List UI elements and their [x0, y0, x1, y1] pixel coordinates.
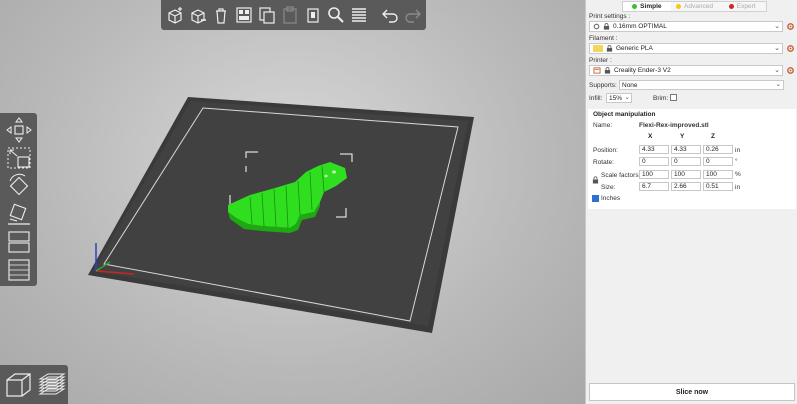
header-y: Y	[680, 133, 685, 140]
size-x-input[interactable]: 6.7	[639, 182, 669, 191]
place-on-face-icon[interactable]	[3, 200, 35, 227]
delete-icon[interactable]	[187, 3, 208, 27]
supports-value: None	[622, 81, 638, 89]
preview-view-icon[interactable]	[36, 368, 68, 402]
print-bed-scene[interactable]	[0, 0, 585, 404]
arrange-icon[interactable]	[233, 3, 254, 27]
chevron-down-icon: ⌄	[774, 67, 780, 74]
filament-value: Generic PLA	[616, 45, 653, 52]
chevron-down-icon: ⌄	[774, 45, 780, 52]
size-y-input[interactable]: 2.66	[671, 182, 701, 191]
chevron-down-icon: ⌄	[624, 94, 630, 101]
infill-combo[interactable]: 15% ⌄	[606, 93, 632, 103]
scale-x-input[interactable]: 100	[639, 170, 669, 179]
supports-label: Supports:	[589, 82, 617, 89]
infill-label: Infill:	[589, 95, 603, 102]
mode-advanced-dot	[676, 4, 682, 9]
print-settings-label: Print settings :	[589, 13, 631, 20]
filament-gear-icon[interactable]	[786, 44, 795, 53]
add-instance-icon[interactable]	[302, 3, 323, 27]
infill-value: 15%	[609, 94, 623, 102]
position-label: Position:	[593, 147, 618, 154]
header-x: X	[648, 133, 653, 140]
cut-icon[interactable]	[3, 228, 35, 255]
mode-expert-dot	[728, 4, 734, 9]
scale-label: Scale factors:	[601, 172, 641, 179]
printer-value: Creality Ender-3 V2	[614, 67, 671, 74]
position-x-input[interactable]: 4.33	[639, 145, 669, 154]
top-toolbar	[161, 0, 426, 30]
3d-viewport[interactable]	[0, 0, 585, 404]
position-z-input[interactable]: 0.26	[703, 145, 733, 154]
settings-panel: Simple Advanced Expert Print settings : …	[585, 0, 797, 404]
mode-expert[interactable]: Expert	[718, 2, 766, 11]
copy-icon[interactable]	[256, 3, 277, 27]
delete-all-icon[interactable]	[210, 3, 231, 27]
object-manipulation-panel: Object manipulation Name: Flexi-Rex-impr…	[588, 109, 796, 209]
rotate-z-input[interactable]: 0	[703, 157, 733, 166]
move-icon[interactable]	[3, 116, 35, 143]
size-z-input[interactable]: 0.51	[703, 182, 733, 191]
mode-selector: Simple Advanced Expert	[622, 1, 767, 12]
object-name: Flexi-Rex-improved.stl	[639, 122, 709, 129]
rotate-y-input[interactable]: 0	[671, 157, 701, 166]
redo-icon[interactable]	[402, 3, 423, 27]
filament-combo[interactable]: Generic PLA ⌄	[589, 43, 783, 54]
brim-checkbox[interactable]	[670, 94, 677, 101]
lock-icon	[604, 67, 611, 74]
paste-icon[interactable]	[279, 3, 300, 27]
add-object-icon[interactable]	[164, 3, 185, 27]
scale-unit: %	[735, 171, 741, 178]
variable-layer-height-icon[interactable]	[3, 256, 35, 283]
print-settings-value: 0.16mm OPTIMAL	[613, 23, 667, 30]
scale-z-input[interactable]: 100	[703, 170, 733, 179]
header-z: Z	[711, 133, 715, 140]
print-settings-gear-icon[interactable]	[786, 22, 795, 31]
filament-color-swatch	[593, 45, 603, 52]
rotate-x-input[interactable]: 0	[639, 157, 669, 166]
rotate-icon[interactable]	[3, 172, 35, 199]
printer-label: Printer :	[589, 57, 612, 64]
printer-icon	[593, 67, 601, 74]
chevron-down-icon: ⌄	[774, 23, 780, 30]
scale-icon[interactable]	[3, 144, 35, 171]
size-unit: in	[735, 184, 741, 191]
position-unit: in	[735, 147, 741, 154]
rotate-unit: °	[735, 158, 738, 165]
supports-combo[interactable]: None ⌄	[619, 80, 784, 90]
inches-label: Inches	[601, 195, 621, 202]
view-toggle	[0, 365, 68, 404]
layers-editing-icon[interactable]	[348, 3, 369, 27]
scale-y-input[interactable]: 100	[671, 170, 701, 179]
brim-label: Brim:	[653, 95, 669, 102]
gear-icon	[593, 23, 600, 30]
search-icon[interactable]	[325, 3, 346, 27]
rotate-label: Rotate:	[593, 159, 614, 166]
name-label: Name:	[593, 122, 613, 129]
print-settings-combo[interactable]: 0.16mm OPTIMAL ⌄	[589, 21, 783, 32]
slice-now-button[interactable]: Slice now	[589, 383, 795, 401]
printer-combo[interactable]: Creality Ender-3 V2 ⌄	[589, 65, 783, 76]
lock-icon	[603, 23, 610, 30]
printer-gear-icon[interactable]	[786, 66, 795, 75]
inches-checkbox[interactable]	[592, 195, 599, 202]
mode-simple-dot	[632, 4, 638, 9]
mode-simple[interactable]: Simple	[623, 2, 671, 11]
undo-icon[interactable]	[379, 3, 400, 27]
left-toolbar	[0, 113, 37, 286]
mode-advanced[interactable]: Advanced	[671, 2, 719, 11]
3d-view-icon[interactable]	[2, 368, 34, 402]
lock-icon	[606, 45, 613, 52]
filament-label: Filament :	[589, 35, 618, 42]
chevron-down-icon: ⌄	[775, 81, 781, 88]
object-manipulation-title: Object manipulation	[593, 111, 656, 118]
position-y-input[interactable]: 4.33	[671, 145, 701, 154]
size-label: Size:	[601, 184, 616, 191]
scale-lock-icon[interactable]	[592, 176, 599, 184]
